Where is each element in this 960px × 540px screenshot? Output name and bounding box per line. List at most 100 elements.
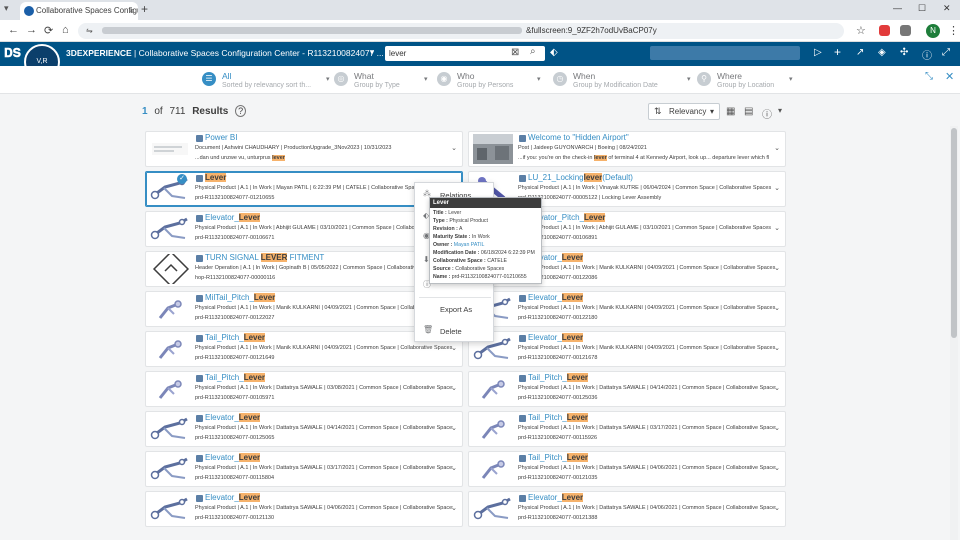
share-play-icon[interactable]: ▷ (814, 47, 822, 58)
filter-who[interactable]: ◉ Who Group by Persons ▾ (437, 70, 547, 92)
browser-tab[interactable]: Collaborative Spaces Configura × (20, 2, 138, 20)
back-icon[interactable]: ← (8, 24, 19, 36)
filter-all[interactable]: ☰ All Sorted by relevancy sort th... ▾ (202, 70, 332, 92)
bookmark-star-icon[interactable]: ☆ (856, 24, 866, 37)
result-thumbnail[interactable] (473, 134, 513, 164)
result-thumbnail[interactable] (150, 414, 190, 444)
card-chevron-down-icon[interactable]: ⌄ (774, 144, 780, 152)
filter-where[interactable]: ⚲ Where Group by Location ▾ (697, 70, 807, 92)
result-title[interactable]: Lever (205, 173, 227, 182)
forward-icon[interactable]: → (26, 24, 37, 36)
result-card[interactable]: Welcome to "Hidden Airport" Post | Jaidee… (468, 131, 786, 167)
filter-what[interactable]: ◎ What Group by Type ▾ (334, 70, 434, 92)
result-title[interactable]: MilTail_Pitch_Lever (205, 293, 276, 302)
card-chevron-down-icon[interactable]: ⌄ (774, 464, 780, 472)
result-thumbnail[interactable] (150, 294, 190, 324)
list-view-icon[interactable]: ▤ (744, 106, 753, 117)
page-number[interactable]: 1 (142, 106, 148, 117)
result-thumbnail[interactable] (150, 134, 190, 164)
chevron-down-icon[interactable]: ▾ (537, 75, 541, 83)
collapse-icon[interactable]: ⤡ (925, 71, 933, 82)
browser-menu-icon[interactable]: ⋮ (948, 24, 959, 37)
result-title[interactable]: TURN SIGNAL LEVER FITMENT (205, 253, 324, 262)
communicate-icon[interactable]: ◈ (878, 47, 886, 58)
card-chevron-down-icon[interactable]: ⌄ (451, 504, 457, 512)
extensions-icon[interactable] (900, 25, 911, 36)
menu-item-delete[interactable]: 🗑 Delete (415, 323, 495, 339)
tab-search-icon[interactable]: ▾ (4, 3, 9, 14)
result-title[interactable]: LU_21_Lockinglever(Default) (528, 173, 633, 182)
result-thumbnail[interactable] (473, 454, 513, 484)
minimize-icon[interactable]: — (893, 3, 902, 13)
card-chevron-down-icon[interactable]: ⌄ (774, 424, 780, 432)
result-title[interactable]: Elevator_Lever (528, 293, 584, 302)
profile-avatar[interactable]: N (926, 24, 940, 38)
more-chevron-icon[interactable]: ▾ (778, 106, 782, 115)
home-icon[interactable]: ⌂ (62, 24, 69, 36)
tile-view-icon[interactable]: ▦ (726, 106, 735, 117)
result-card[interactable]: Power BI Document | Ashwini CHAUDHARY | P… (145, 131, 463, 167)
reload-icon[interactable]: ⟳ (44, 24, 53, 37)
result-title[interactable]: Elevator_Lever (528, 333, 584, 342)
result-card[interactable]: Tail_Pitch_Lever Physical Product | A.1 |… (468, 371, 786, 407)
result-card[interactable]: Elevator_Lever Physical Product | A.1 | I… (145, 451, 463, 487)
site-info-icon[interactable]: ⇋ (86, 23, 93, 39)
close-search-icon[interactable]: ✕ (945, 70, 954, 83)
result-title[interactable]: Tail_Pitch_Lever (528, 453, 589, 462)
result-thumbnail[interactable] (150, 454, 190, 484)
search-scope-chevron-icon[interactable]: ▾ (370, 48, 374, 57)
maximize-icon[interactable]: ☐ (918, 3, 926, 14)
card-chevron-down-icon[interactable]: ⌄ (451, 144, 457, 152)
result-title[interactable]: Tail_Pitch_Lever (205, 333, 266, 342)
result-card[interactable]: Elevator_Lever Physical Product | A.1 | I… (145, 411, 463, 447)
card-chevron-down-icon[interactable]: ⌄ (451, 464, 457, 472)
card-chevron-down-icon[interactable]: ⌄ (774, 264, 780, 272)
result-thumbnail[interactable] (473, 414, 513, 444)
card-chevron-down-icon[interactable]: ⌄ (774, 184, 780, 192)
result-card[interactable]: Elevator_Lever Physical Product | A.1 | I… (468, 291, 786, 327)
info-icon[interactable]: ⓘ (762, 106, 772, 121)
card-chevron-down-icon[interactable]: ⌄ (774, 344, 780, 352)
extension-red-icon[interactable] (879, 25, 890, 36)
result-thumbnail[interactable] (150, 214, 190, 244)
help-circle-icon[interactable]: ? (235, 105, 247, 117)
chevron-down-icon[interactable]: ▾ (687, 75, 691, 83)
result-thumbnail[interactable] (473, 494, 513, 524)
result-title[interactable]: Tail_Pitch_Lever (205, 373, 266, 382)
search-input[interactable] (385, 46, 545, 61)
result-title[interactable]: Elevator_Lever (205, 453, 261, 462)
result-title[interactable]: Elevator_Lever (205, 213, 261, 222)
card-chevron-down-icon[interactable]: ⌄ (451, 344, 457, 352)
search-icon[interactable]: ⌕ (530, 46, 536, 57)
result-card[interactable]: Tail_Pitch_Lever Physical Product | A.1 |… (468, 411, 786, 447)
search-clear-icon[interactable]: ⊠ (511, 47, 519, 58)
apps-icon[interactable]: ✣ (900, 47, 908, 58)
chevron-down-icon[interactable]: ▾ (789, 75, 793, 83)
result-title[interactable]: Tail_Pitch_Lever (528, 413, 589, 422)
result-thumbnail[interactable] (150, 494, 190, 524)
result-title[interactable]: Elevator_Lever (528, 493, 584, 502)
card-chevron-down-icon[interactable]: ⌄ (774, 304, 780, 312)
chevron-down-icon[interactable]: ▾ (424, 75, 428, 83)
result-card[interactable]: Elevator_Lever Physical Product | A.1 | I… (468, 331, 786, 367)
card-chevron-down-icon[interactable]: ⌄ (774, 504, 780, 512)
filter-when[interactable]: ◷ When Group by Modification Date ▾ (553, 70, 693, 92)
tag-icon[interactable]: ⬖ (550, 47, 558, 58)
result-thumbnail[interactable] (150, 250, 190, 288)
result-card[interactable]: Elevator_Lever Physical Product | A.1 | I… (145, 491, 463, 527)
tab-close-icon[interactable]: × (129, 2, 134, 20)
result-title[interactable]: Elevator_Lever (205, 413, 261, 422)
sort-dropdown[interactable]: ⇅ Relevancy ▾ (648, 103, 720, 120)
scrollbar-thumb[interactable] (951, 128, 957, 338)
card-chevron-down-icon[interactable]: ⌄ (451, 424, 457, 432)
share-icon[interactable]: ↗ (856, 47, 864, 58)
result-title[interactable]: Tail_Pitch_Lever (528, 373, 589, 382)
result-thumbnail[interactable] (150, 374, 190, 404)
card-chevron-down-icon[interactable]: ⌄ (774, 384, 780, 392)
card-chevron-down-icon[interactable]: ⌄ (774, 224, 780, 232)
result-thumbnail[interactable] (150, 334, 190, 364)
result-card[interactable]: Tail_Pitch_Lever Physical Product | A.1 |… (145, 371, 463, 407)
url-field[interactable]: ⇋ &fullscreen:9_9ZF2h7odUvBaCP07y (78, 23, 844, 39)
result-card[interactable]: Tail_Pitch_Lever Physical Product | A.1 |… (468, 451, 786, 487)
result-title[interactable]: Power BI (205, 133, 237, 142)
